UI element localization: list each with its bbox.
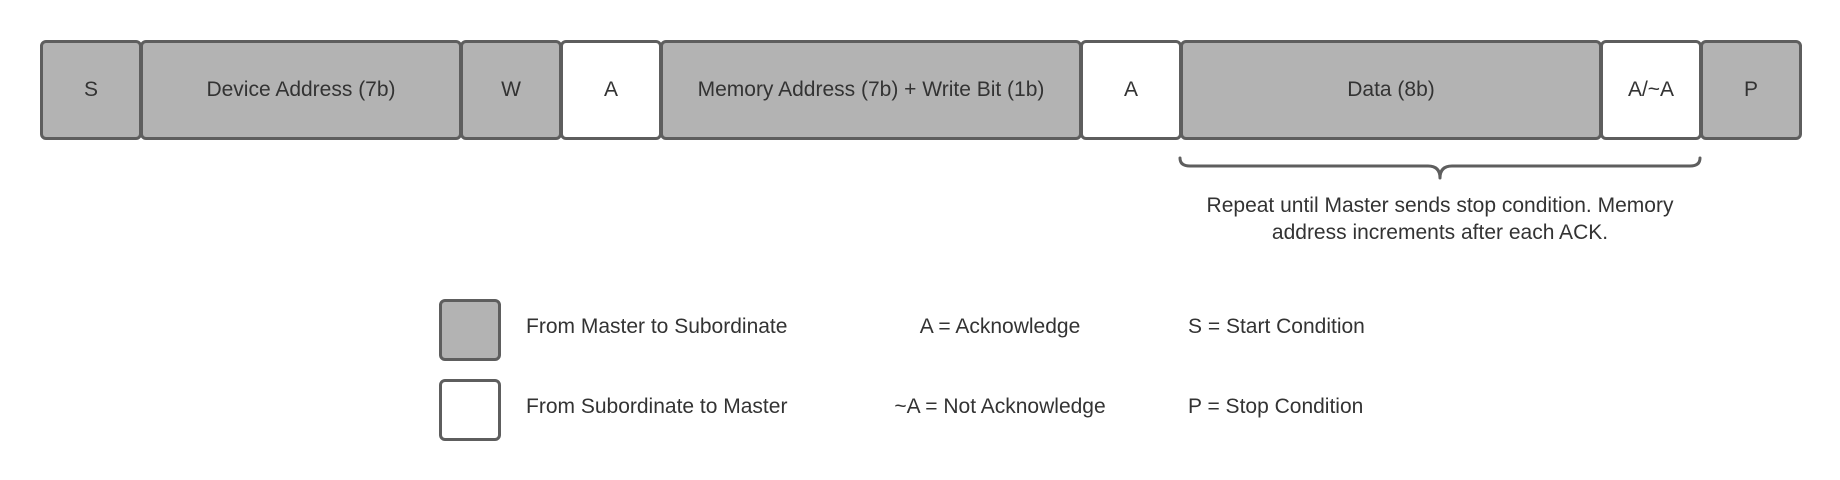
legend-ack: A = Acknowledge [919, 315, 1081, 338]
repeat-note: Repeat until Master sends stop condition… [1206, 194, 1674, 244]
repeat-brace [1178, 156, 1702, 180]
legend-start: S = Start Condition [1188, 315, 1365, 338]
legend-subordinate-swatch [439, 379, 501, 441]
field-device-address: Device Address (7b) [140, 40, 462, 140]
field-data: Data (8b) [1180, 40, 1602, 140]
field-memory-address: Memory Address (7b) + Write Bit (1b) [660, 40, 1082, 140]
field-stop: P [1700, 40, 1802, 140]
field-start: S [40, 40, 142, 140]
field-ack-1: A [560, 40, 662, 140]
field-ack-nack: A/~A [1600, 40, 1702, 140]
legend-master-swatch [439, 299, 501, 361]
field-write-bit: W [460, 40, 562, 140]
legend-nack: ~A = Not Acknowledge [894, 395, 1106, 418]
legend-subordinate-label: From Subordinate to Master [526, 395, 788, 418]
legend-stop: P = Stop Condition [1188, 395, 1364, 418]
legend-master-label: From Master to Subordinate [526, 315, 788, 338]
field-ack-2: A [1080, 40, 1182, 140]
